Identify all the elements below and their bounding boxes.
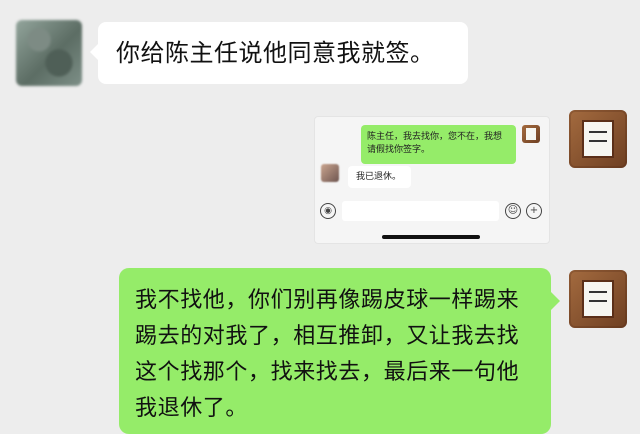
screenshot-input-bar: ◉ ☺ +	[315, 197, 549, 227]
framed-photo-icon	[582, 120, 614, 158]
screenshot-incoming-text: 我已退休。	[356, 172, 402, 182]
my-avatar[interactable]	[569, 270, 627, 328]
other-avatar[interactable]	[16, 20, 82, 86]
incoming-message-text: 你给陈主任说他同意我就签。	[116, 39, 435, 67]
screenshot-outgoing-bubble: 陈主任，我去找你，您不在，我想请假找你签字。	[361, 125, 516, 164]
screenshot-outgoing-text: 陈主任，我去找你，您不在，我想请假找你签字。	[367, 132, 503, 155]
screenshot-other-avatar	[321, 164, 339, 182]
plus-icon: +	[526, 203, 542, 219]
screenshot-text-input	[342, 201, 499, 221]
voice-icon: ◉	[320, 203, 336, 219]
emoji-icon: ☺	[505, 203, 521, 219]
screenshot-my-avatar	[522, 125, 540, 143]
screenshot-incoming-bubble: 我已退休。	[348, 166, 411, 188]
incoming-message-bubble[interactable]: 你给陈主任说他同意我就签。	[90, 22, 468, 84]
home-indicator	[382, 235, 480, 239]
image-message[interactable]: 陈主任，我去找你，您不在，我想请假找你签字。 我已退休。 ◉ ☺ +	[314, 116, 550, 244]
framed-photo-icon	[582, 280, 614, 318]
outgoing-message-bubble[interactable]: 我不找他，你们别再像踢皮球一样踢来踢去的对我了，相互推卸，又让我去找这个找那个，…	[119, 268, 560, 434]
outgoing-message-text: 我不找他，你们别再像踢皮球一样踢来踢去的对我了，相互推卸，又让我去找这个找那个，…	[135, 288, 520, 421]
my-avatar[interactable]	[569, 110, 627, 168]
